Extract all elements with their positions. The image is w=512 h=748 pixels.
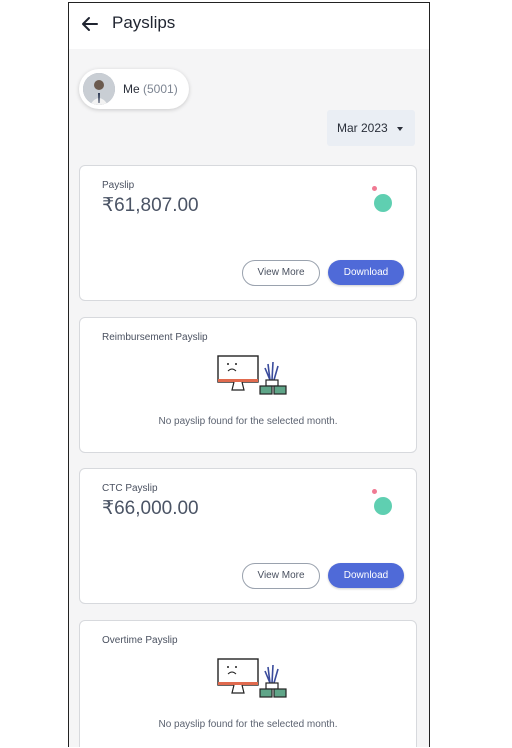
card-title: CTC Payslip [102,483,158,494]
employee-id: (5001) [143,82,178,96]
employee-name: Me [123,82,140,96]
employee-selector[interactable]: Me (5001) [79,69,189,109]
ctc-amount: ₹66,000.00 [102,498,199,519]
empty-state-illustration [217,658,287,698]
top-bar: Payslips [69,3,429,49]
status-dot-icon [374,497,392,515]
payslip-amount: ₹61,807.00 [102,195,199,216]
card-title: Payslip [102,180,135,191]
empty-message: No payslip found for the selected month. [158,416,338,427]
empty-message: No payslip found for the selected month. [158,719,338,730]
decoration-dot [372,186,377,191]
ctc-payslip-card: CTC Payslip ₹66,000.00 View More Downloa… [79,468,417,604]
caret-down-icon [397,127,403,131]
status-dot-icon [374,194,392,212]
avatar [83,73,115,105]
empty-state-illustration [217,355,287,395]
download-button[interactable]: Download [328,260,404,285]
view-more-button[interactable]: View More [242,563,320,589]
month-selector[interactable]: Mar 2023 [327,110,415,146]
payslip-card: Payslip ₹61,807.00 View More Download [79,165,417,301]
view-more-button[interactable]: View More [242,260,320,286]
arrow-left-icon[interactable] [79,13,101,35]
month-value: Mar 2023 [337,121,388,135]
reimbursement-payslip-card: Reimbursement Payslip No payslip found f… [79,317,417,453]
page-title: Payslips [112,13,176,32]
download-button[interactable]: Download [328,563,404,588]
app-screen: Payslips Me (5001) Mar 2023 Payslip ₹61,… [68,2,430,747]
card-title: Overtime Payslip [102,635,178,646]
card-title: Reimbursement Payslip [102,332,208,343]
decoration-dot [372,489,377,494]
overtime-payslip-card: Overtime Payslip No payslip found for th… [79,620,417,747]
